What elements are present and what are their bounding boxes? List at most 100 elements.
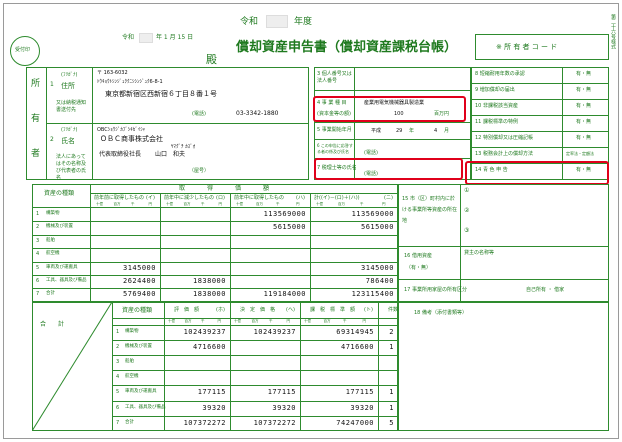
unit-label: 円 (382, 202, 386, 206)
highlight-business-type (313, 96, 466, 122)
lower-row-name: 構築物 (125, 329, 139, 334)
unit-label: 百万 (184, 319, 192, 323)
form-title: 償却資産申告書（償却資産課税台帳） (236, 40, 458, 55)
upper-col-b: 前年中に減少したもの (164, 195, 215, 201)
lower-cell-value[interactable]: 39320 (300, 404, 374, 412)
upper-cell-value[interactable]: 5615000 (310, 224, 394, 231)
upper-cell-value[interactable]: 3145000 (310, 264, 394, 272)
location-1[interactable]: ① (464, 188, 469, 194)
location-2[interactable]: ② (464, 208, 469, 214)
upper-cell-value[interactable]: 3145000 (90, 264, 156, 272)
upper-row-no: 7 (36, 291, 40, 298)
trade-name-label: （屋号） (189, 168, 210, 174)
rep-title: 代表取締役社長 (99, 151, 142, 158)
year-field[interactable] (266, 15, 288, 28)
addr-label: 住所 (61, 82, 75, 90)
upper-cell-value[interactable]: 5615000 (230, 224, 306, 231)
location-3[interactable]: ③ (464, 228, 469, 234)
lower-cell-value[interactable]: 4716600 (164, 344, 226, 351)
unit-label: 千 (343, 319, 347, 323)
lower-cell-value[interactable]: 1 (378, 344, 394, 351)
lower-cell-value[interactable]: 102439237 (164, 329, 226, 336)
lower-cell-value[interactable]: 74247000 (300, 419, 374, 427)
depreciation-method[interactable]: 定率法・定額法 (566, 152, 594, 156)
unit-label: 千 (201, 319, 205, 323)
lower-cell-value[interactable]: 177115 (300, 389, 374, 396)
lower-row-no: 2 (116, 344, 120, 351)
yes-no-r8[interactable]: 有・無 (576, 72, 591, 77)
lower-cell-value[interactable]: 107372272 (230, 419, 296, 427)
lower-row-no: 7 (116, 419, 120, 426)
r16-owner-label: 貸主の名称等 (464, 250, 495, 256)
lower-col-b-sub: (ヘ) (286, 307, 295, 313)
upper-row-divider (32, 248, 398, 250)
r6-phone-label: (電話) (364, 150, 378, 156)
form-number: 第二十六号様式 (610, 14, 616, 49)
name-kana: OBCｼｮｳｼﾞｶﾌﾞｼｷｶﾞｲｼｬ (97, 127, 146, 133)
addr-note: 又は納税通知書送付先 (56, 100, 87, 113)
yes-no-r9[interactable]: 有・無 (576, 88, 591, 93)
lower-cell-value[interactable]: 39320 (230, 404, 296, 412)
r17-label: 17 事業所用家屋の所有区分 (404, 287, 467, 293)
owner-name[interactable]: ＯＢＣ商事株式会社 (100, 136, 163, 143)
upper-cell-value[interactable]: 786400 (310, 278, 394, 285)
lower-cell-value[interactable]: 69314945 (300, 329, 374, 336)
r3-label: 3 個人番号又は法人番号 (317, 71, 352, 84)
unit-label: 百万 (323, 319, 331, 323)
r17-value[interactable]: 自己所有 ・ 借家 (526, 288, 564, 293)
lower-cell-value[interactable]: 4716600 (300, 344, 374, 351)
unit-label: 千 (201, 202, 205, 206)
owner-section-1: 所 (31, 79, 41, 89)
unit-label: 千 (276, 202, 280, 206)
yes-no-r12[interactable]: 有・無 (576, 136, 591, 141)
start-year-unit: 年 (409, 128, 415, 134)
unit-label: 十億 (96, 202, 103, 206)
lower-row-no: 5 (116, 389, 120, 396)
r16-value[interactable]: （有・無） (406, 266, 431, 271)
yes-no-r10[interactable]: 有・無 (576, 104, 591, 109)
upper-row-divider (32, 288, 398, 290)
start-month[interactable]: 4 (434, 129, 437, 134)
rep-name[interactable]: 山口 和夫 (155, 152, 185, 158)
upper-cell-value[interactable]: 1838000 (160, 278, 226, 285)
date-year-field[interactable] (139, 33, 153, 43)
owner-phone[interactable]: 03-3342-1880 (236, 111, 279, 117)
lower-cell-value[interactable]: 177115 (230, 389, 296, 396)
owner-address[interactable]: 東京都新宿区西新宿６丁目８番１号 (105, 91, 217, 98)
yes-no-r11[interactable]: 有・無 (576, 120, 591, 125)
lower-col-a: 評 価 額 (174, 307, 200, 313)
phone-label: (電話) (192, 111, 206, 117)
lower-row-name: 航空機 (125, 374, 139, 380)
right-row-divider (471, 131, 609, 132)
lower-cell-value[interactable]: 177115 (164, 389, 226, 396)
upper-col-a: 前年前に取得したもの (94, 195, 145, 201)
unit-label: 千 (131, 202, 135, 206)
lower-cell-value[interactable]: 1 (378, 404, 394, 412)
lower-cell-value[interactable]: 39320 (164, 404, 226, 412)
upper-cell-value[interactable]: 123115400 (310, 291, 394, 298)
lower-cell-value[interactable]: 2 (378, 329, 394, 336)
upper-cell-value[interactable]: 119184000 (230, 291, 306, 298)
start-year[interactable]: 29 (396, 129, 402, 134)
depreciable-assets-declaration-form: 令和 年度 償却資産申告書（償却資産課税台帳） 受付印 令和 年 1 月 15 … (3, 3, 619, 439)
date-rest: 年 1 月 15 日 (156, 34, 194, 41)
lower-row-name: 合計 (125, 419, 134, 425)
upper-cell-value[interactable]: 5769400 (90, 291, 156, 298)
lower-cell-value[interactable]: 1 (378, 389, 394, 396)
right-row-divider (471, 115, 609, 116)
reception-stamp-label: 受付印 (15, 47, 31, 53)
upper-cell-value[interactable]: 113569000 (230, 211, 306, 218)
right-row-divider (471, 83, 609, 84)
lower-cell-value[interactable]: 5 (378, 419, 394, 427)
remarks-block[interactable] (398, 302, 609, 431)
lower-row-divider (112, 385, 398, 387)
upper-cell-value[interactable]: 113569000 (310, 211, 394, 218)
upper-row-divider (32, 234, 398, 236)
unit-label: 十億 (236, 202, 243, 206)
upper-cell-value[interactable]: 2624400 (90, 278, 156, 285)
lower-cell-value[interactable]: 102439237 (230, 329, 296, 336)
upper-cell-value[interactable]: 1838000 (160, 291, 226, 298)
lower-total-label: 合 計 (40, 321, 65, 328)
lower-cell-value[interactable]: 107372272 (164, 419, 226, 427)
lower-row-no: 1 (116, 329, 120, 335)
